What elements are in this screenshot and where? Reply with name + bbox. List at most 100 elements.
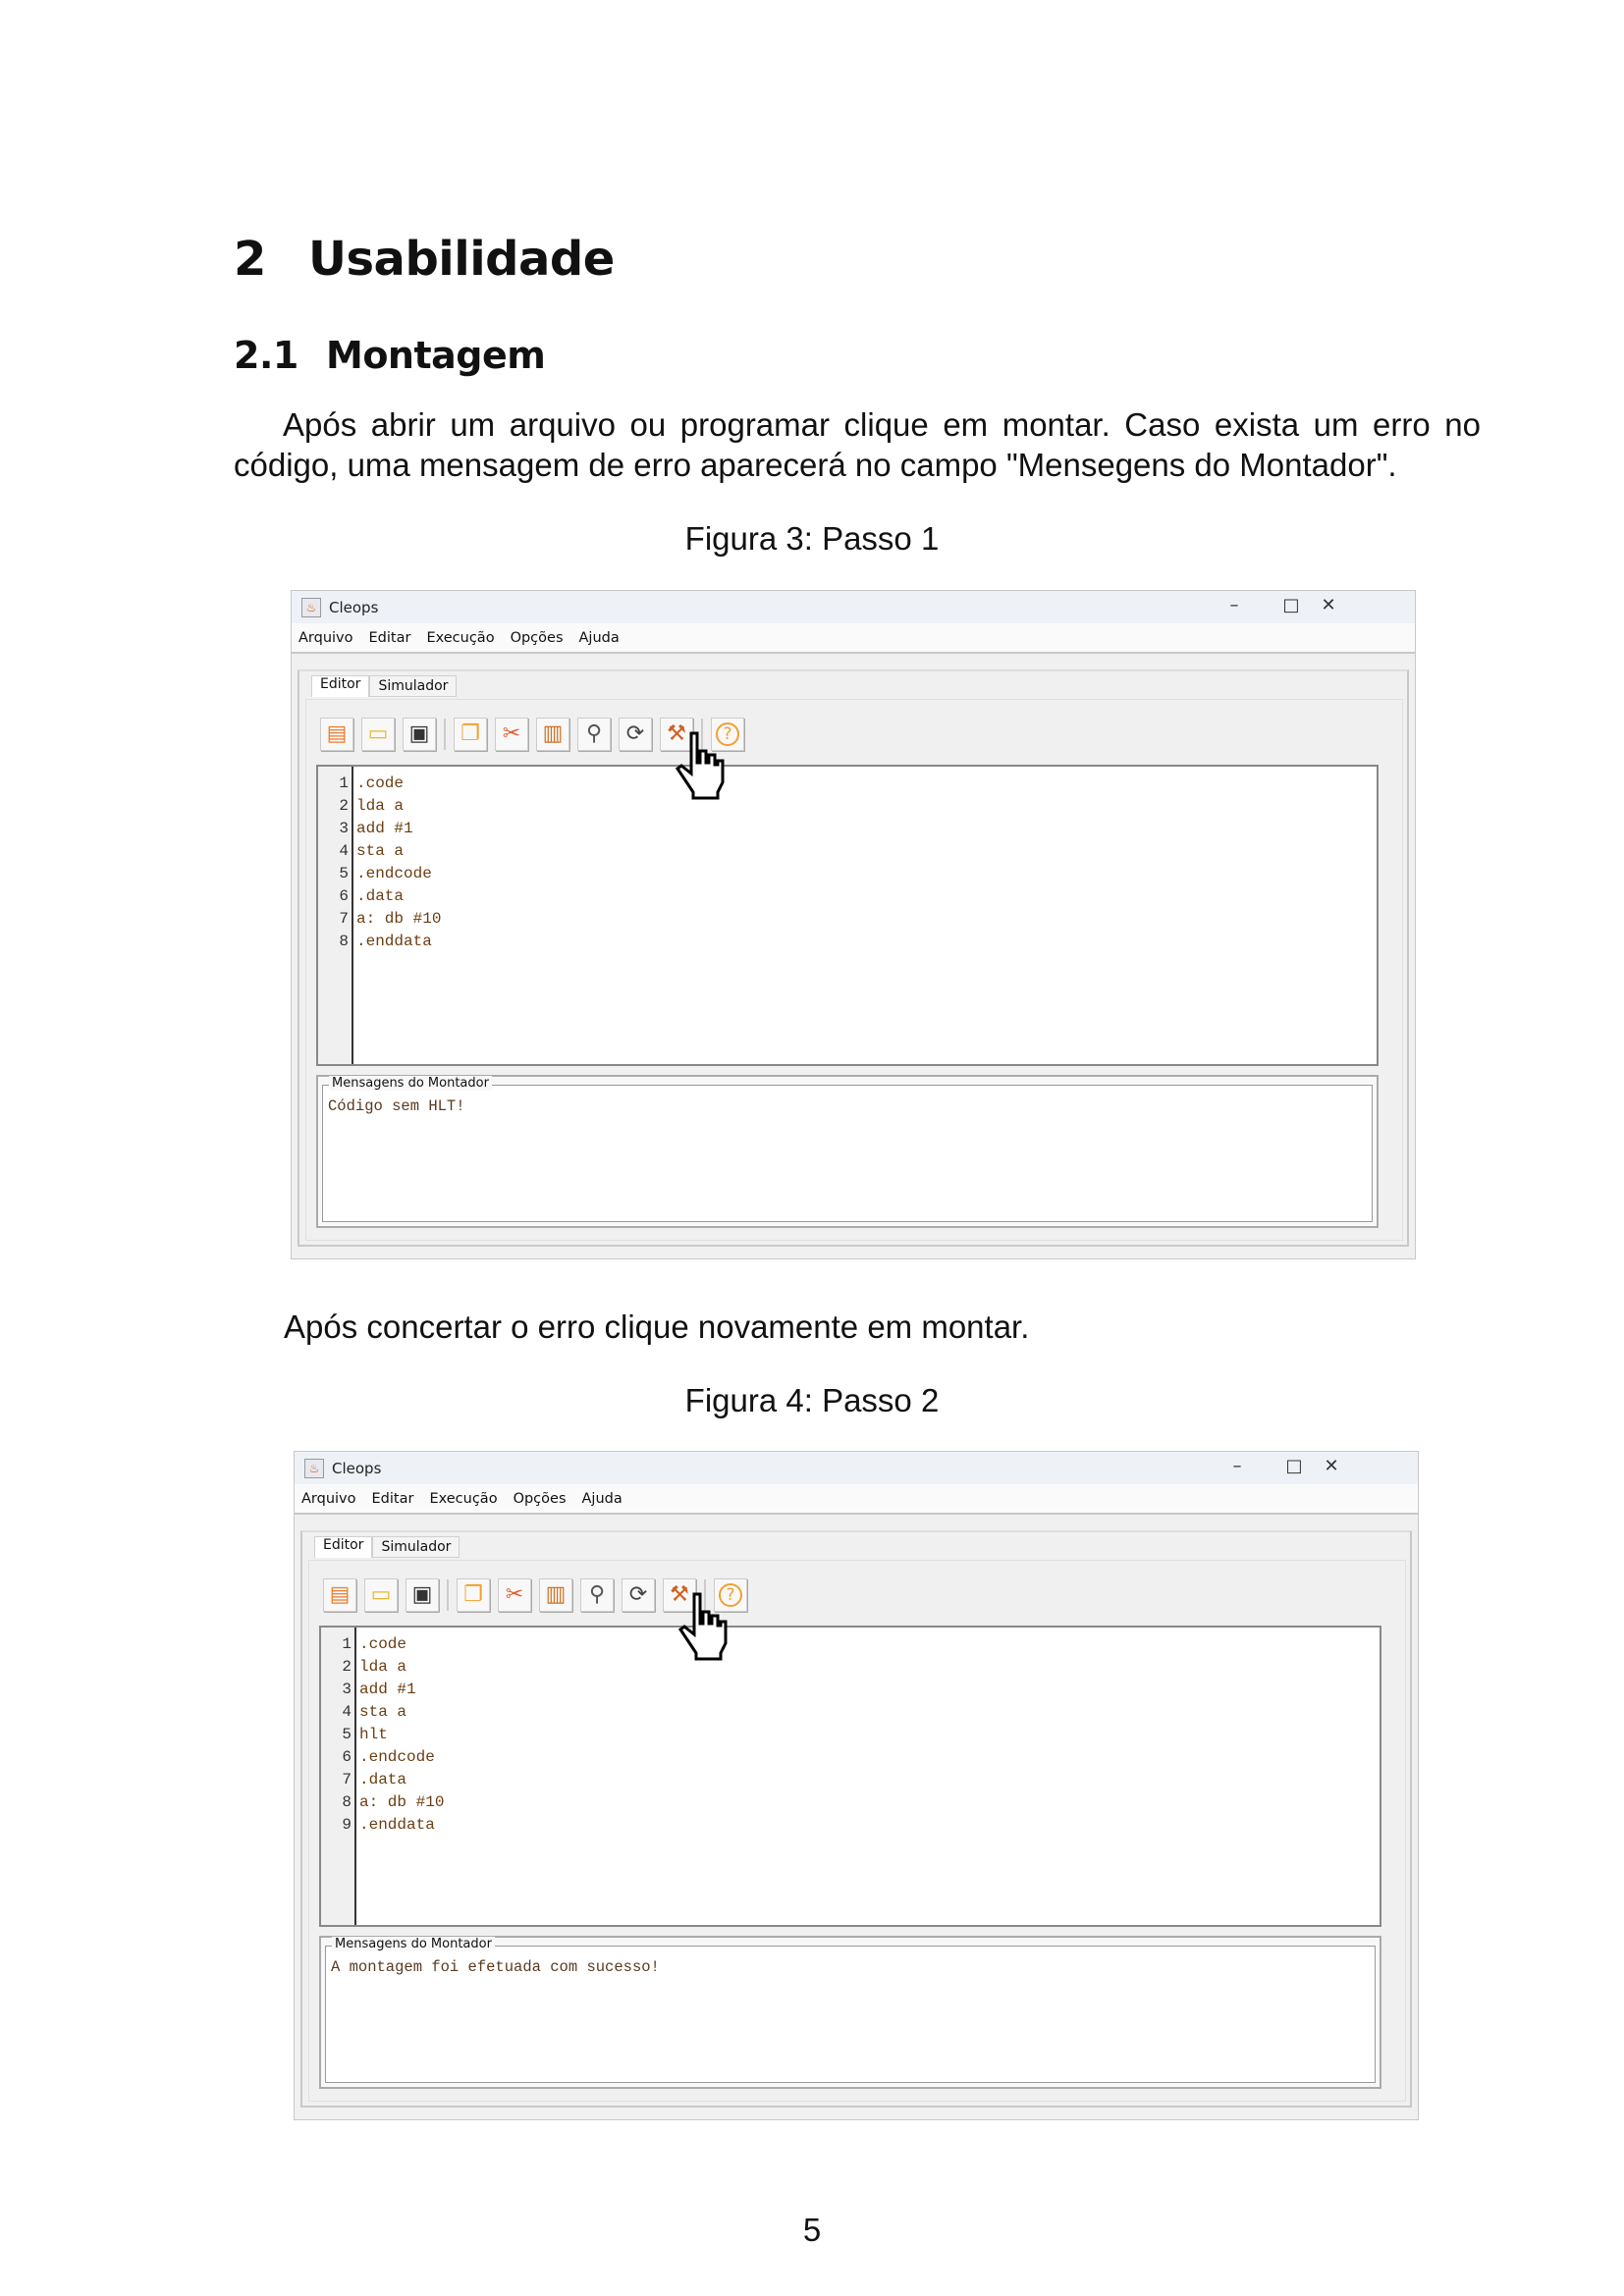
messages-label: Mensagens do Montador <box>332 1937 495 1951</box>
messages-fieldset: Mensagens do Montador A montagem foi efet… <box>325 1937 1376 2083</box>
line-number: 4 <box>339 842 349 860</box>
tab-simulador[interactable]: Simulador <box>369 675 458 697</box>
code-line: .data <box>359 1771 407 1789</box>
page-number: 5 <box>802 2212 822 2248</box>
save-icon: ▣ <box>408 721 430 746</box>
copy-button[interactable]: ❐ <box>454 718 487 751</box>
maximize-icon[interactable]: □ <box>1274 1456 1314 1476</box>
tab-editor[interactable]: Editor <box>314 1536 373 1558</box>
code-line: hlt <box>359 1726 388 1743</box>
code-line: add #1 <box>356 820 413 837</box>
copy-icon: ❐ <box>460 721 480 746</box>
cut-icon: ✂ <box>505 1582 524 1607</box>
line-number: 1 <box>339 774 349 792</box>
open-folder-icon: ▭ <box>370 1582 392 1607</box>
hand-pointer-cursor-icon <box>675 731 725 800</box>
tab-simulador[interactable]: Simulador <box>372 1536 460 1558</box>
open-folder-button[interactable]: ▭ <box>364 1578 398 1612</box>
menu-ajuda[interactable]: Ajuda <box>582 1491 623 1507</box>
code-editor[interactable]: 1 2 3 4 5 6 7 8 .code lda a add #1 sta a .endcode .da… <box>316 765 1379 1066</box>
assembler-messages-panel: Mensagens do Montador A montagem foi efet… <box>319 1936 1381 2089</box>
code-line: lda a <box>359 1658 407 1676</box>
code-line: add #1 <box>359 1681 416 1698</box>
close-icon[interactable]: ✕ <box>1309 595 1348 615</box>
line-number: 2 <box>342 1658 352 1676</box>
refresh-button[interactable]: ⟳ <box>619 718 652 751</box>
toolbar-separator <box>447 1579 449 1611</box>
new-file-icon: ▤ <box>329 1582 351 1607</box>
cleops-window-step2: ♨ Cleops – □ ✕ Arquivo Editar Execução Opções Aju… <box>294 1451 1419 2120</box>
menu-bar: Arquivo Editar Execução Opções Ajuda <box>292 623 1415 654</box>
menu-opções[interactable]: Opções <box>514 1491 567 1507</box>
line-number: 1 <box>342 1635 352 1653</box>
code-editor[interactable]: 1 2 3 4 5 6 7 8 9 .code lda a add #1 sta a hlt .endcod… <box>319 1626 1381 1927</box>
code-line: sta a <box>359 1703 407 1721</box>
paste-icon: ▥ <box>545 1582 567 1607</box>
line-number: 3 <box>339 820 349 837</box>
search-button[interactable]: ⚲ <box>577 718 611 751</box>
open-folder-button[interactable]: ▭ <box>361 718 395 751</box>
code-line: a: db #10 <box>356 910 442 928</box>
line-number: 7 <box>339 910 349 928</box>
code-area[interactable]: .code lda a add #1 sta a hlt .endcode .data a: … <box>356 1628 444 1925</box>
menu-ajuda[interactable]: Ajuda <box>579 630 620 646</box>
code-line: a: db #10 <box>359 1793 445 1811</box>
toolbar-separator <box>444 719 446 750</box>
java-app-icon: ♨ <box>301 597 321 617</box>
copy-button[interactable]: ❐ <box>457 1578 490 1612</box>
title-bar: ♨ Cleops – □ ✕ <box>295 1452 1418 1484</box>
cut-icon: ✂ <box>502 721 521 746</box>
paragraph-intro: Após abrir um arquivo ou programar cliqu… <box>234 406 1481 483</box>
cut-button[interactable]: ✂ <box>495 718 528 751</box>
window-title: Cleops <box>329 598 379 616</box>
line-number: 8 <box>339 933 349 950</box>
line-number: 5 <box>342 1726 352 1743</box>
messages-fieldset: Mensagens do Montador Código sem HLT! <box>322 1076 1373 1222</box>
save-button[interactable]: ▣ <box>406 1578 439 1612</box>
search-button[interactable]: ⚲ <box>580 1578 614 1612</box>
cleops-window-step1: ♨ Cleops – □ ✕ Arquivo Editar Execução Opções Aju… <box>291 590 1416 1259</box>
minimize-icon[interactable]: – <box>1215 595 1254 615</box>
code-line: .endcode <box>356 865 432 882</box>
menu-arquivo[interactable]: Arquivo <box>298 630 353 646</box>
refresh-button[interactable]: ⟳ <box>622 1578 655 1612</box>
tab-bar: Editor Simulador <box>314 1536 460 1558</box>
search-icon: ⚲ <box>585 721 603 746</box>
line-number-gutter: 1 2 3 4 5 6 7 8 9 <box>321 1628 356 1925</box>
close-icon[interactable]: ✕ <box>1312 1456 1351 1476</box>
assembler-messages-panel: Mensagens do Montador Código sem HLT! <box>316 1075 1379 1228</box>
menu-editar[interactable]: Editar <box>369 630 411 646</box>
code-line: sta a <box>356 842 405 860</box>
refresh-icon: ⟳ <box>625 721 645 746</box>
line-number: 9 <box>342 1816 352 1834</box>
tab-editor[interactable]: Editor <box>311 675 370 697</box>
code-area[interactable]: .code lda a add #1 sta a .endcode .data a: db … <box>353 767 441 1064</box>
messages-label: Mensagens do Montador <box>329 1076 492 1091</box>
menu-arquivo[interactable]: Arquivo <box>301 1491 356 1507</box>
paste-button[interactable]: ▥ <box>536 718 569 751</box>
maximize-icon[interactable]: □ <box>1272 595 1311 615</box>
main-panel: Editor Simulador ▤ ▭ ▣ ❐ ✂ ▥ ⚲ ⟳ ⚒? 1 2 3 4 5 6 7 8 .code ld… <box>298 669 1409 1247</box>
new-file-button[interactable]: ▤ <box>320 718 353 751</box>
paste-button[interactable]: ▥ <box>539 1578 572 1612</box>
menu-editar[interactable]: Editar <box>372 1491 414 1507</box>
code-line: .endcode <box>359 1748 435 1766</box>
menu-execução[interactable]: Execução <box>429 1491 497 1507</box>
save-icon: ▣ <box>411 1582 433 1607</box>
window-title: Cleops <box>332 1459 382 1477</box>
new-file-button[interactable]: ▤ <box>323 1578 356 1612</box>
code-line: .enddata <box>359 1816 435 1834</box>
copy-icon: ❐ <box>463 1582 483 1607</box>
save-button[interactable]: ▣ <box>403 718 436 751</box>
line-number: 6 <box>342 1748 352 1766</box>
line-number: 3 <box>342 1681 352 1698</box>
menu-opções[interactable]: Opções <box>511 630 564 646</box>
minimize-icon[interactable]: – <box>1218 1456 1257 1476</box>
menu-execução[interactable]: Execução <box>426 630 494 646</box>
line-number: 4 <box>342 1703 352 1721</box>
code-line: .enddata <box>356 933 432 950</box>
java-app-icon: ♨ <box>304 1458 324 1478</box>
cut-button[interactable]: ✂ <box>498 1578 531 1612</box>
subsection-heading: 2.1 Montagem <box>234 334 546 377</box>
hand-pointer-cursor-icon <box>677 1592 728 1661</box>
